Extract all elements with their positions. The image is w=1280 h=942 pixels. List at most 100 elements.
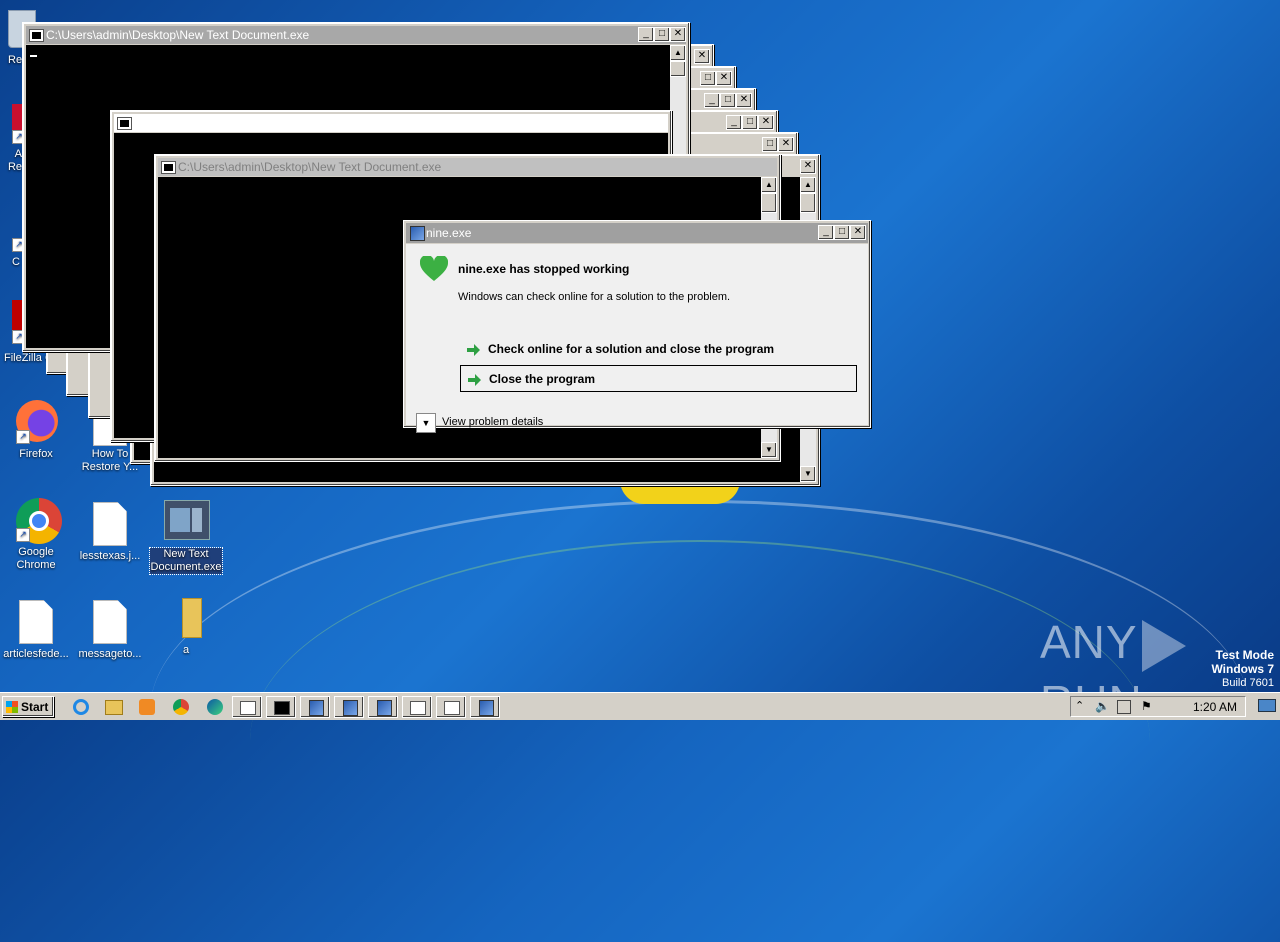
taskbar-app-window-1[interactable] (300, 696, 330, 718)
windows-logo-icon (6, 701, 18, 713)
details-label: View problem details (442, 416, 544, 428)
chevron-down-icon[interactable]: ▼ (416, 413, 436, 433)
desktop-icon-message[interactable]: messageto... (74, 600, 146, 661)
monitor-icon (1258, 699, 1276, 712)
ie-quicklaunch-icon[interactable] (66, 696, 96, 718)
close-icon[interactable]: ✕ (716, 71, 732, 86)
check-online-option[interactable]: Check online for a solution and close th… (460, 336, 857, 363)
desktop-icon-label: Google Chrome (16, 546, 56, 571)
taskbar-app-window-4[interactable] (470, 696, 500, 718)
close-icon[interactable]: ✕ (758, 115, 774, 130)
dialog-content: nine.exe has stopped working Windows can… (406, 244, 868, 433)
heart-status-icon (419, 254, 449, 282)
desktop-icon-lesstexas[interactable]: lesstexas.j... (74, 502, 146, 563)
maximize-icon[interactable]: □ (720, 93, 736, 108)
dialog-heading: nine.exe has stopped working (458, 262, 630, 276)
close-icon[interactable]: ✕ (736, 93, 752, 108)
scroll-up-icon[interactable]: ▲ (670, 45, 686, 61)
dialog-title: nine.exe (426, 226, 472, 240)
chrome-icon: ↗ (14, 498, 62, 544)
window-title: C:\Users\admin\Desktop\New Text Document… (178, 160, 442, 174)
scroll-thumb[interactable] (761, 193, 777, 213)
desktop-icon-articles[interactable]: articlesfede... (0, 600, 72, 661)
file-icon (88, 502, 132, 546)
desktop-icon-label: lesstexas.j... (79, 550, 141, 562)
close-icon[interactable]: ✕ (850, 225, 866, 240)
scroll-thumb[interactable] (800, 193, 816, 213)
minimize-icon[interactable]: _ (638, 27, 654, 42)
file-icon (88, 600, 132, 644)
explorer-quicklaunch-icon[interactable] (98, 696, 128, 718)
close-program-option[interactable]: Close the program (460, 365, 857, 392)
show-desktop-button[interactable] (1256, 697, 1276, 715)
folder-icon (164, 596, 208, 640)
window-title-bar[interactable]: C:\Users\admin\Desktop\New Text Document… (26, 26, 686, 44)
maximize-icon[interactable]: □ (654, 27, 670, 42)
maximize-icon[interactable]: □ (700, 71, 716, 86)
wallpaper-swoosh-glow (250, 540, 1150, 942)
console-icon (29, 29, 44, 42)
action-center-flag-icon[interactable]: ⚑ (1141, 699, 1152, 713)
scroll-up-icon[interactable]: ▲ (761, 177, 777, 193)
desktop-icon-label: messageto... (78, 648, 142, 660)
taskbar-console-window-2[interactable] (402, 696, 432, 718)
shortcut-arrow-icon: ↗ (16, 430, 30, 444)
start-button[interactable]: Start (2, 696, 54, 717)
dialog-title-bar[interactable]: nine.exe (406, 223, 868, 243)
maximize-icon[interactable]: □ (742, 115, 758, 130)
chrome-quicklaunch-icon[interactable] (166, 696, 196, 718)
network-icon[interactable] (1117, 700, 1131, 714)
desktop-icon-new-text-document[interactable]: New Text Document.exe (149, 500, 223, 575)
console-icon (117, 117, 132, 130)
close-icon[interactable]: ✕ (670, 27, 686, 42)
console-icon (161, 161, 176, 174)
desktop-icon-label: FileZilla C (4, 352, 53, 364)
desktop-icon-label: Firefox (19, 448, 53, 460)
green-arrow-icon (468, 374, 481, 386)
test-mode-text: Test Mode Windows 7 Build 7601 (1211, 648, 1274, 689)
exe-window-icon (164, 500, 210, 544)
close-icon[interactable]: ✕ (694, 49, 710, 64)
desktop-icon-firefox[interactable]: ↗ Firefox (0, 400, 72, 461)
taskbar-app-window-2[interactable] (334, 696, 364, 718)
window-title-bar[interactable]: C:\Users\admin\Desktop\New Text Document… (158, 158, 777, 176)
edge-quicklaunch-icon[interactable] (200, 696, 230, 718)
taskbar-console-window-3[interactable] (436, 696, 466, 718)
green-arrow-icon (467, 344, 480, 356)
taskbar-console-window[interactable] (232, 696, 262, 718)
scroll-down-icon[interactable]: ▼ (761, 442, 777, 458)
firefox-icon: ↗ (14, 400, 58, 444)
text-cursor (30, 55, 37, 57)
desktop-icon-folder-a[interactable]: a (150, 596, 222, 657)
scroll-thumb[interactable] (670, 61, 686, 77)
close-icon[interactable]: ✕ (778, 137, 794, 152)
minimize-icon[interactable]: _ (818, 225, 834, 240)
taskbar-app-window-3[interactable] (368, 696, 398, 718)
taskbar: Start ⌃ 🔈 ⚑ 1:20 AM (0, 692, 1280, 720)
dialog-message: Windows can check online for a solution … (458, 291, 731, 303)
error-dialog[interactable]: nine.exe ✕ □ _ nine.exe has stopped work… (403, 220, 871, 433)
maximize-icon[interactable]: □ (762, 137, 778, 152)
volume-icon[interactable]: 🔈 (1095, 699, 1110, 713)
taskbar-cmd-window[interactable] (266, 696, 296, 718)
window-title: C:\Users\admin\Desktop\New Text Document… (46, 28, 310, 42)
clock[interactable]: 1:20 AM (1193, 700, 1237, 714)
desktop-icon-chrome[interactable]: ↗ Google Chrome (0, 498, 72, 572)
desktop-icon-label: articlesfede... (3, 648, 69, 660)
media-player-quicklaunch-icon[interactable] (132, 696, 162, 718)
file-icon (14, 600, 58, 644)
show-hidden-icons[interactable]: ⌃ (1075, 699, 1084, 712)
minimize-icon[interactable]: _ (726, 115, 742, 130)
shortcut-arrow-icon: ↗ (16, 528, 30, 542)
scroll-up-icon[interactable]: ▲ (800, 177, 816, 193)
system-tray: ⌃ 🔈 ⚑ 1:20 AM (1070, 696, 1246, 717)
maximize-icon[interactable]: □ (834, 225, 850, 240)
desktop-icon-label: a (182, 644, 190, 656)
minimize-icon[interactable]: _ (704, 93, 720, 108)
app-icon (410, 226, 425, 241)
scroll-down-icon[interactable]: ▼ (800, 466, 816, 482)
window-title-bar[interactable] (114, 114, 668, 132)
close-icon[interactable]: ✕ (800, 159, 816, 174)
option-label: Close the program (489, 372, 596, 386)
option-label: Check online for a solution and close th… (488, 342, 775, 356)
